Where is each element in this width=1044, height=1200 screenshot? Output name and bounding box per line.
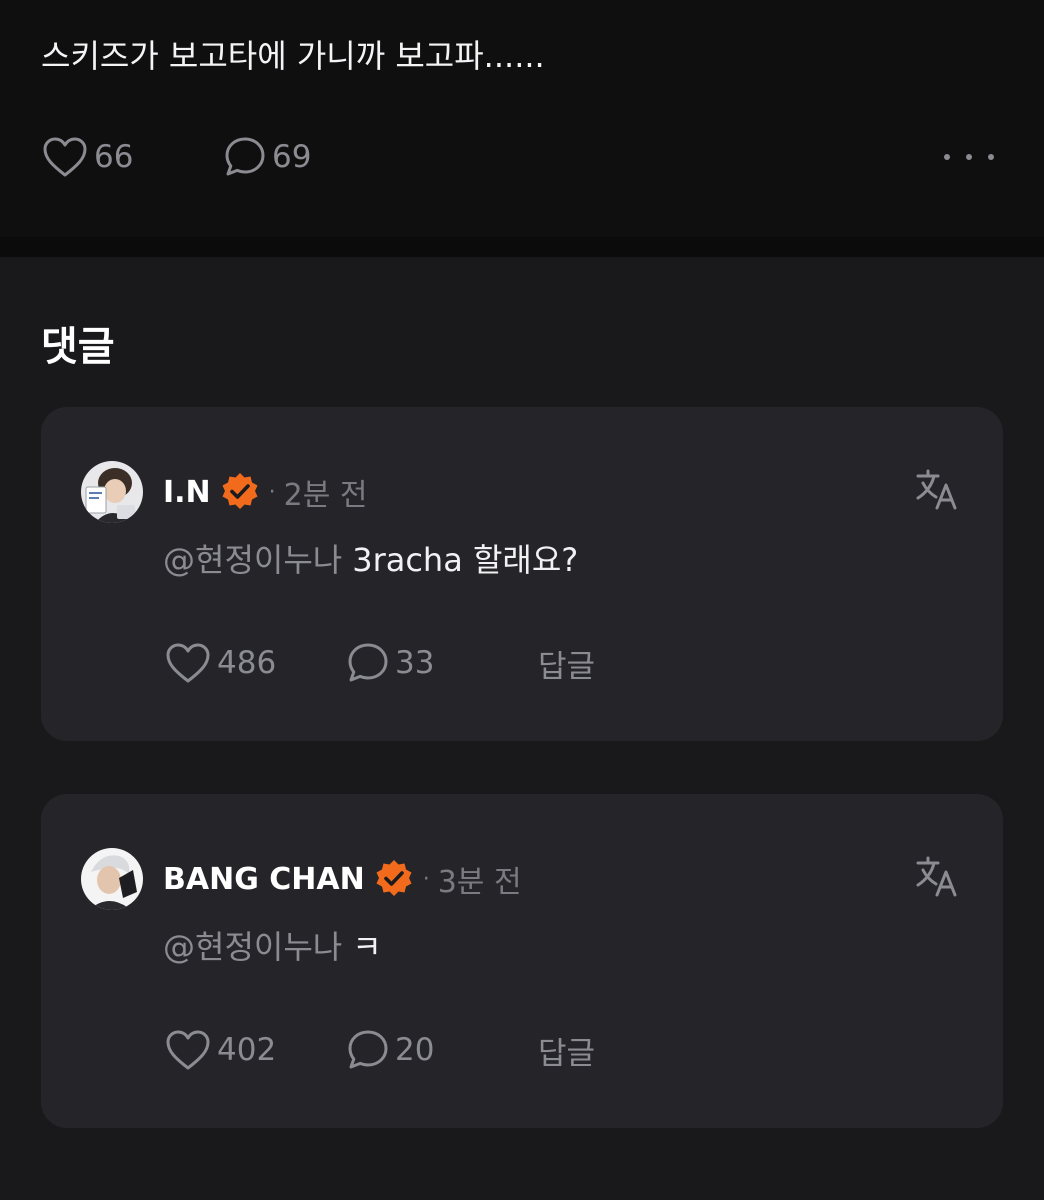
comment-like-button[interactable]: 486 (165, 639, 276, 687)
more-dot (966, 154, 972, 160)
separator-dot: · (268, 479, 276, 505)
avatar[interactable] (81, 461, 143, 523)
comment-reply-count: 33 (395, 645, 435, 681)
post-comment-button[interactable]: 69 (224, 134, 311, 180)
post-actions: 66 69 (42, 134, 1002, 180)
comment-like-count: 402 (217, 1032, 277, 1068)
comment-card: BANG CHAN · 3분 전 @현정이누나 ㅋ 402 20 답글 (41, 794, 1003, 1128)
verified-badge-icon (376, 860, 412, 896)
comment-actions: 402 20 답글 (165, 1026, 865, 1074)
comment-reply-count-button[interactable]: 20 (347, 1026, 434, 1074)
comment-like-count: 486 (217, 645, 277, 681)
post: 스키즈가 보고타에 가니까 보고파...... 66 69 (0, 0, 1044, 237)
post-text: 스키즈가 보고타에 가니까 보고파...... (41, 37, 545, 75)
more-dot (944, 154, 950, 160)
avatar-image (81, 848, 143, 910)
comment-header: BANG CHAN · 3분 전 (163, 857, 522, 901)
avatar[interactable] (81, 848, 143, 910)
comment-icon (348, 643, 388, 682)
comment-reply-count: 20 (395, 1032, 435, 1068)
reply-button[interactable]: 답글 (538, 1026, 595, 1074)
heart-icon (166, 643, 210, 683)
comment-actions: 486 33 답글 (165, 639, 865, 687)
comment-like-button[interactable]: 402 (165, 1026, 276, 1074)
heart-icon (166, 1030, 210, 1070)
heart-icon (43, 137, 87, 177)
comment-text: 3racha 할래요? (352, 541, 579, 579)
comment-reply-count-button[interactable]: 33 (347, 639, 434, 687)
avatar-image (81, 461, 143, 523)
comment-header: I.N · 2분 전 (163, 470, 368, 514)
comment-username[interactable]: BANG CHAN (163, 862, 365, 897)
comment-icon (348, 1030, 388, 1069)
separator-dot: · (422, 866, 430, 892)
comment-mention[interactable]: @현정이누나 (163, 541, 342, 579)
more-dot (988, 154, 994, 160)
comment-time: 3분 전 (437, 865, 522, 900)
comment-body: @현정이누나 3racha 할래요? (163, 538, 578, 582)
translate-icon[interactable] (915, 467, 959, 511)
more-horizontal-icon[interactable] (944, 140, 994, 174)
comment-body: @현정이누나 ㅋ (163, 925, 382, 969)
comment-icon (225, 137, 265, 176)
comment-time: 2분 전 (283, 478, 368, 513)
post-like-button[interactable]: 66 (42, 134, 133, 180)
comment-mention[interactable]: @현정이누나 (163, 928, 342, 966)
reply-button[interactable]: 답글 (538, 639, 595, 687)
comment-card: I.N · 2분 전 @현정이누나 3racha 할래요? 486 33 답글 (41, 407, 1003, 741)
comment-username[interactable]: I.N (163, 475, 211, 510)
section-divider (0, 237, 1044, 257)
comment-text: ㅋ (352, 928, 382, 966)
verified-badge-icon (222, 473, 258, 509)
post-like-count: 66 (94, 139, 134, 175)
translate-icon[interactable] (915, 854, 959, 898)
post-comment-count: 69 (272, 139, 312, 175)
comments-section-title: 댓글 (41, 324, 115, 370)
